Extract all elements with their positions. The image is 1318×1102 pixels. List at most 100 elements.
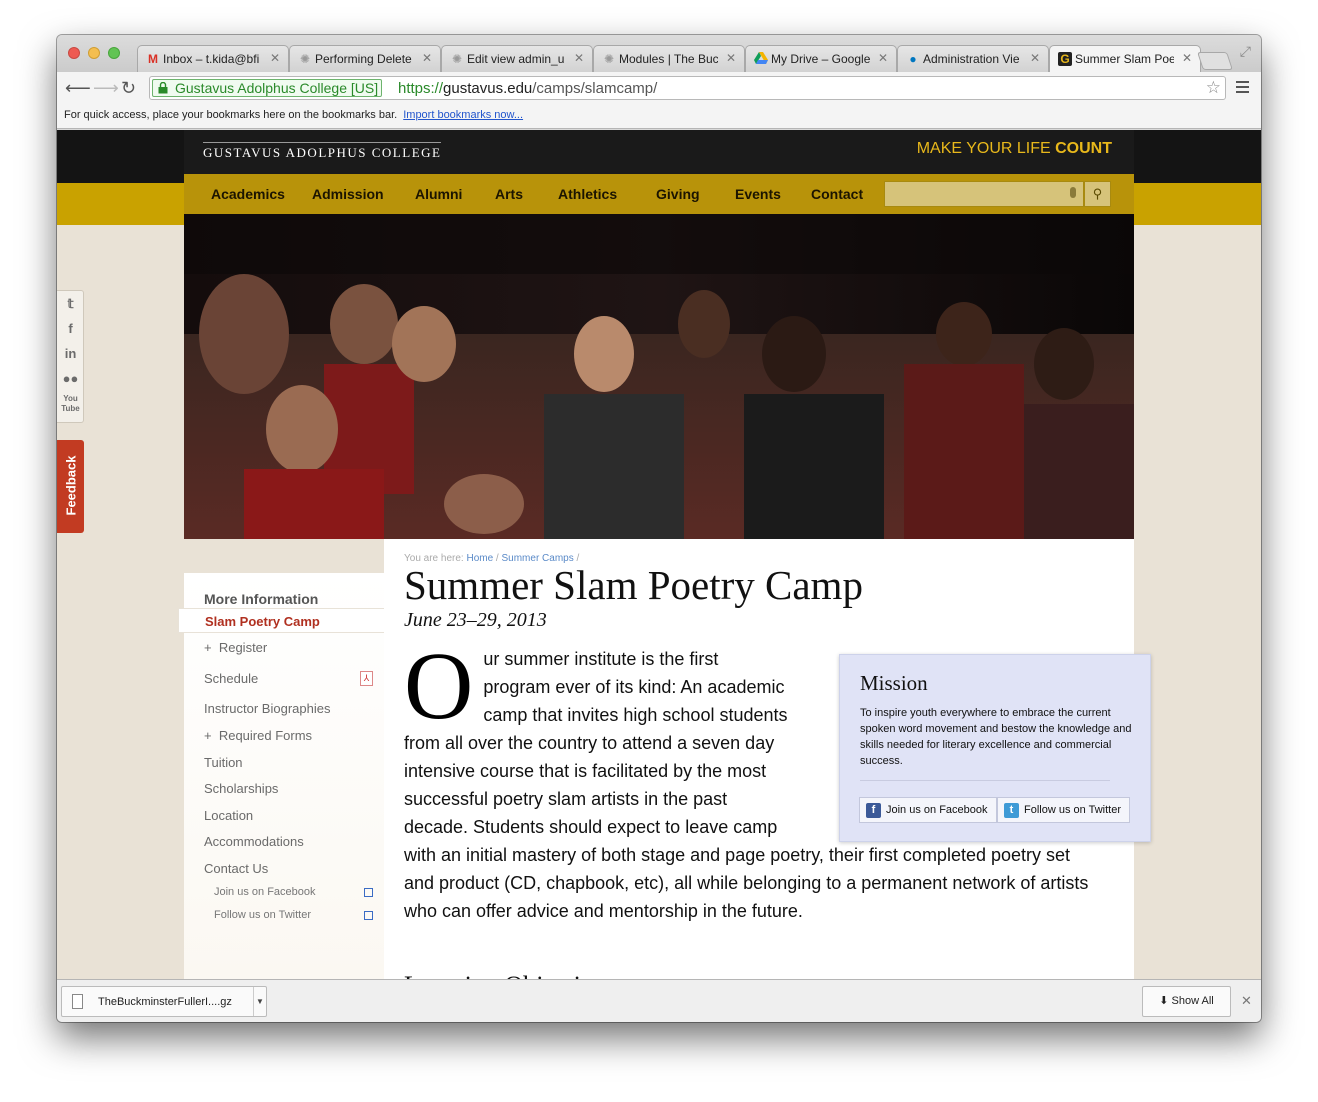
zoom-window-button[interactable] (108, 47, 120, 59)
new-tab-button[interactable] (1197, 52, 1233, 70)
twitter-icon[interactable]: 𝕥 (57, 291, 84, 316)
sidebar-item-schedule[interactable]: Schedule (204, 671, 258, 686)
tab-strip: M Inbox – t.kida@bfi ✕ ✺ Performing Dele… (57, 35, 1261, 73)
google-drive-icon (754, 52, 768, 66)
nav-athletics[interactable]: Athletics (558, 186, 617, 202)
nav-arts[interactable]: Arts (495, 186, 523, 202)
close-tab-icon[interactable]: ✕ (270, 51, 280, 65)
sidebar-item-instructor-biographies[interactable]: Instructor Biographies (204, 701, 330, 716)
ev-organization: Gustavus Adolphus College [US] (175, 80, 379, 96)
sidebar-item-slam-poetry-camp[interactable]: Slam Poetry Camp (178, 608, 384, 633)
close-tab-icon[interactable]: ✕ (422, 51, 432, 65)
tab-title: Performing Delete (315, 52, 412, 66)
minimize-window-button[interactable] (88, 47, 100, 59)
gustavus-icon: G (1058, 52, 1072, 66)
nav-giving[interactable]: Giving (656, 186, 700, 202)
facebook-icon: f (866, 803, 881, 818)
expand-icon: + (204, 728, 219, 743)
menu-icon[interactable] (1236, 81, 1249, 96)
sidebar-subitem-twitter[interactable]: Follow us on Twitter (214, 909, 311, 921)
search-input[interactable] (884, 181, 1084, 207)
main-nav: Academics Admission Alumni Arts Athletic… (184, 174, 1134, 214)
nav-contact[interactable]: Contact (811, 186, 863, 202)
sidebar-item-required-forms[interactable]: + Required Forms (204, 728, 312, 743)
search-icon: ⚲ (1092, 186, 1103, 201)
follow-twitter-button[interactable]: t Follow us on Twitter (997, 797, 1130, 823)
file-icon (72, 994, 83, 1009)
facebook-icon[interactable]: f (57, 316, 84, 341)
tab-modules[interactable]: ✺ Modules | The Buc ✕ (593, 45, 745, 72)
url-path: /camps/slamcamp/ (532, 80, 658, 97)
download-arrow-icon: ⬇ (1159, 995, 1172, 1007)
bookmarks-bar: For quick access, place your bookmarks h… (57, 105, 1261, 129)
close-tab-icon[interactable]: ✕ (1030, 51, 1040, 65)
sidebar-item-accommodations[interactable]: Accommodations (204, 834, 304, 849)
gmail-icon: M (148, 52, 158, 66)
chevron-down-icon[interactable]: ▼ (253, 987, 266, 1016)
feedback-tab[interactable]: Feedback (57, 440, 84, 533)
sidebar-item-register[interactable]: + Register (204, 640, 267, 655)
show-all-button[interactable]: ⬇ Show All (1142, 986, 1231, 1017)
twitter-button-label: Follow us on Twitter (1024, 804, 1122, 816)
import-bookmarks-link[interactable]: Import bookmarks now... (403, 109, 523, 121)
lock-icon (158, 82, 168, 94)
youtube-icon[interactable]: You Tube (57, 391, 84, 416)
close-tab-icon[interactable]: ✕ (574, 51, 584, 65)
flickr-icon[interactable]: ●● (57, 366, 84, 391)
fullscreen-icon[interactable]: ⤢ (1240, 43, 1251, 60)
drop-cap: O (404, 632, 474, 739)
ev-certificate-badge[interactable]: Gustavus Adolphus College [US] (152, 79, 383, 97)
drupal-page-icon: ✺ (299, 52, 311, 66)
close-tab-icon[interactable]: ✕ (878, 51, 888, 65)
search-button[interactable]: ⚲ (1084, 181, 1111, 207)
sidebar-item-scholarships[interactable]: Scholarships (204, 781, 278, 796)
nav-admission[interactable]: Admission (312, 186, 384, 202)
close-tab-icon[interactable]: ✕ (1182, 51, 1192, 65)
tab-title: Inbox – t.kida@bfi (163, 52, 260, 66)
back-button[interactable]: ⟵ (65, 78, 91, 98)
address-bar[interactable]: Gustavus Adolphus College [US] https://g… (149, 76, 1226, 100)
close-window-button[interactable] (68, 47, 80, 59)
nav-alumni[interactable]: Alumni (415, 186, 462, 202)
tab-title: Modules | The Buc (619, 52, 718, 66)
facebook-button-label: Join us on Facebook (886, 804, 988, 816)
tab-google-drive[interactable]: My Drive – Google ✕ (745, 45, 897, 72)
tab-gmail[interactable]: M Inbox – t.kida@bfi ✕ (137, 45, 289, 72)
forward-button[interactable]: ⟶ (93, 78, 119, 98)
college-logo[interactable]: GUSTAVUS ADOLPHUS COLLEGE (203, 142, 442, 161)
tab-summer-slam-poetry[interactable]: G Summer Slam Poet ✕ (1049, 45, 1201, 73)
microphone-icon[interactable] (1070, 187, 1076, 198)
sidebar-item-location[interactable]: Location (204, 808, 253, 823)
sidebar-item-contact-us[interactable]: Contact Us (204, 861, 268, 876)
tab-title: Edit view admin_u (467, 52, 565, 66)
pdf-icon: ⅄ (360, 671, 373, 686)
twitter-icon: t (1004, 803, 1019, 818)
sidebar-item-tuition[interactable]: Tuition (204, 755, 243, 770)
url-scheme: https:// (398, 80, 444, 97)
tab-title: Summer Slam Poet (1075, 52, 1174, 66)
tab-edit-view[interactable]: ✺ Edit view admin_u ✕ (441, 45, 593, 72)
bookmark-star-icon[interactable]: ☆ (1206, 78, 1221, 98)
drupal-page-icon: ✺ (451, 52, 463, 66)
bookmarks-prompt: For quick access, place your bookmarks h… (64, 109, 398, 121)
reload-button[interactable]: ↻ (121, 78, 136, 98)
close-tab-icon[interactable]: ✕ (726, 51, 736, 65)
linkedin-icon[interactable]: in (57, 341, 84, 366)
tab-title: My Drive – Google (771, 52, 870, 66)
close-downloads-icon[interactable]: ✕ (1241, 993, 1252, 1009)
download-item[interactable]: TheBuckminsterFullerI....gz ▼ (61, 986, 267, 1017)
tab-performing-delete[interactable]: ✺ Performing Delete ✕ (289, 45, 441, 72)
learning-objectives-heading: Learning Objectives (404, 971, 616, 979)
url-text[interactable]: https://gustavus.edu/camps/slamcamp/ (398, 80, 657, 97)
sidebar-item-label: Required Forms (218, 728, 313, 743)
drupal-icon: ● (909, 52, 917, 66)
join-facebook-button[interactable]: f Join us on Facebook (859, 797, 997, 823)
nav-events[interactable]: Events (735, 186, 781, 202)
tagline-prefix: MAKE YOUR LIFE (916, 140, 1056, 157)
page-title: Summer Slam Poetry Camp (404, 562, 863, 608)
show-all-label: Show All (1171, 995, 1214, 1007)
nav-academics[interactable]: Academics (211, 186, 285, 202)
tab-administration-view[interactable]: ● Administration Vie ✕ (897, 45, 1049, 72)
sidebar-subitem-facebook[interactable]: Join us on Facebook (214, 886, 316, 898)
sidebar: More Information Slam Poetry Camp + Regi… (178, 573, 384, 979)
